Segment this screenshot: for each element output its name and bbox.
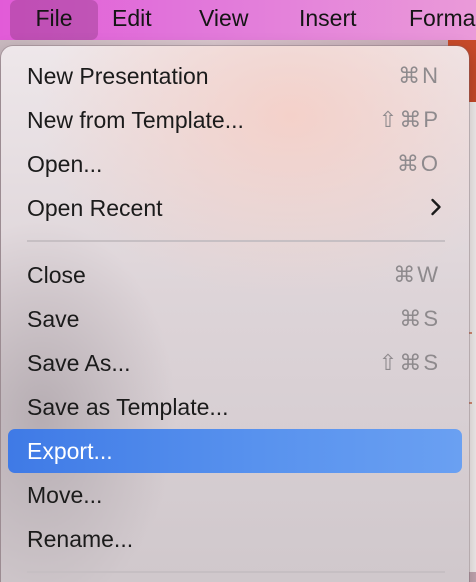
menubar-file[interactable]: File bbox=[10, 0, 98, 40]
menu-item-label: New from Template... bbox=[27, 107, 244, 133]
menu-item-save[interactable]: Save ⌘S bbox=[8, 297, 462, 341]
menubar-insert[interactable]: Insert bbox=[299, 0, 357, 40]
menu-separator bbox=[27, 571, 445, 573]
menu-item-label: Export... bbox=[27, 438, 113, 464]
menu-item-export[interactable]: Export... bbox=[8, 429, 462, 473]
menu-item-label: New Presentation bbox=[27, 63, 209, 89]
menu-item-open[interactable]: Open... ⌘O bbox=[8, 142, 462, 186]
menu-item-label: Open Recent bbox=[27, 195, 163, 221]
menu-item-label: Open... bbox=[27, 151, 103, 177]
menu-item-close[interactable]: Close ⌘W bbox=[8, 253, 462, 297]
menu-item-label: Save bbox=[27, 306, 80, 332]
menu-item-new-from-template[interactable]: New from Template... ⇧⌘P bbox=[8, 98, 462, 142]
file-menu: New Presentation ⌘N New from Template...… bbox=[1, 46, 469, 582]
menu-item-label: Rename... bbox=[27, 526, 134, 552]
menu-item-shortcut: ⌘O bbox=[396, 151, 440, 176]
menu-bar: File Edit View Insert Forma bbox=[0, 0, 476, 40]
menu-item-shortcut: ⇧⌘S bbox=[378, 350, 440, 375]
menu-item-shortcut: ⌘W bbox=[393, 262, 440, 287]
chevron-right-icon bbox=[431, 198, 441, 216]
menu-item-save-as-template[interactable]: Save as Template... bbox=[8, 385, 462, 429]
menu-item-label: Close bbox=[27, 262, 86, 288]
menu-item-open-recent[interactable]: Open Recent bbox=[8, 186, 462, 230]
menu-item-label: Save As... bbox=[27, 350, 131, 376]
menubar-view[interactable]: View bbox=[199, 0, 248, 40]
menu-item-move[interactable]: Move... bbox=[8, 473, 462, 517]
menu-separator bbox=[27, 240, 445, 242]
menubar-format[interactable]: Forma bbox=[409, 0, 475, 40]
menu-item-shortcut: ⌘S bbox=[399, 306, 440, 331]
menu-item-shortcut: ⌘N bbox=[398, 63, 440, 88]
menu-item-new-presentation[interactable]: New Presentation ⌘N bbox=[8, 54, 462, 98]
menu-item-rename[interactable]: Rename... bbox=[8, 517, 462, 561]
menu-item-label: Save as Template... bbox=[27, 394, 229, 420]
menu-item-save-as[interactable]: Save As... ⇧⌘S bbox=[8, 341, 462, 385]
menu-item-label: Move... bbox=[27, 482, 103, 508]
menubar-edit[interactable]: Edit bbox=[112, 0, 152, 40]
menu-item-shortcut: ⇧⌘P bbox=[378, 107, 440, 132]
